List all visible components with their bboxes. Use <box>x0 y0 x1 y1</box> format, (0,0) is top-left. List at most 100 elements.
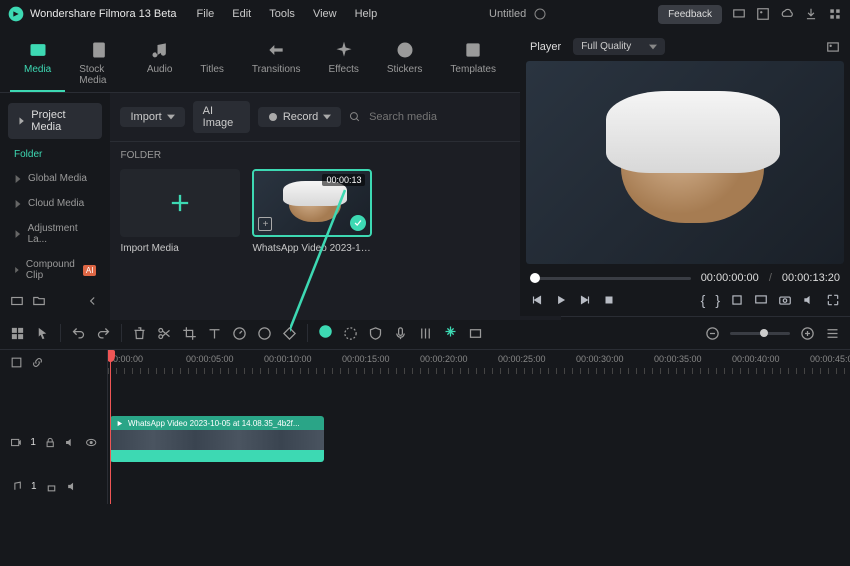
timeline-ruler[interactable]: 00:00:0000:00:05:0000:00:10:0000:00:15:0… <box>108 350 850 376</box>
playhead[interactable] <box>110 350 111 504</box>
import-media-card[interactable]: Import Media <box>120 169 240 260</box>
ruler-tick: 00:00:20:00 <box>420 354 468 364</box>
render-icon[interactable] <box>468 326 483 341</box>
next-frame-icon[interactable] <box>578 293 592 307</box>
timeline-toolbar <box>0 316 850 350</box>
apps-icon[interactable] <box>828 7 842 21</box>
tab-titles[interactable]: Titles <box>186 34 238 92</box>
ai-icon[interactable] <box>318 324 333 339</box>
ruler-tick: 00:00:40:00 <box>732 354 780 364</box>
tab-effects[interactable]: Effects <box>314 34 372 92</box>
tab-audio[interactable]: Audio <box>133 34 187 92</box>
audio-track[interactable] <box>108 476 850 504</box>
visibility-icon[interactable] <box>85 436 97 449</box>
layout-icon[interactable] <box>10 326 25 341</box>
download-icon[interactable] <box>804 7 818 21</box>
import-button[interactable]: Import <box>120 107 184 127</box>
delete-icon[interactable] <box>132 326 147 341</box>
mute-icon[interactable] <box>66 480 79 493</box>
add-to-timeline-icon[interactable]: + <box>258 217 272 231</box>
picture-icon[interactable] <box>826 40 840 54</box>
text-icon[interactable] <box>207 326 222 341</box>
sidebar-item-adjustment[interactable]: Adjustment La... <box>0 216 110 252</box>
tab-stickers[interactable]: Stickers <box>373 34 437 92</box>
new-folder-icon[interactable] <box>32 294 46 308</box>
color-icon[interactable] <box>257 326 272 341</box>
audio-track-header[interactable]: 1 <box>0 468 107 504</box>
fullscreen-icon[interactable] <box>826 293 840 307</box>
crop-tool-icon[interactable] <box>182 326 197 341</box>
record-button[interactable]: Record <box>258 107 341 127</box>
mark-in-icon[interactable]: { <box>701 292 706 308</box>
mic-icon[interactable] <box>393 326 408 341</box>
feedback-button[interactable]: Feedback <box>658 5 722 24</box>
speed-icon[interactable] <box>232 326 247 341</box>
sidebar-folder[interactable]: Folder <box>0 143 110 166</box>
link-icon[interactable] <box>31 356 44 369</box>
zoom-slider[interactable] <box>730 332 790 335</box>
cloud-icon[interactable] <box>780 7 794 21</box>
tab-media[interactable]: Media <box>10 34 65 92</box>
play-icon[interactable] <box>554 293 568 307</box>
detach-icon[interactable] <box>754 293 768 307</box>
lock-icon[interactable] <box>44 436 56 449</box>
menu-file[interactable]: File <box>197 8 215 20</box>
sidebar-item-compound[interactable]: Compound ClipAI <box>0 252 110 288</box>
sidebar-item-global[interactable]: Global Media <box>0 166 110 191</box>
display-icon[interactable] <box>732 7 746 21</box>
ai-image-button[interactable]: AI Image <box>193 101 250 133</box>
tab-stock[interactable]: Stock Media <box>65 34 133 92</box>
video-track[interactable]: WhatsApp Video 2023-10-05 at 14.08.35_4b… <box>108 416 850 468</box>
marker-icon[interactable] <box>343 326 358 341</box>
tab-templates[interactable]: Templates <box>436 34 510 92</box>
mixer-icon[interactable] <box>418 326 433 341</box>
search-input[interactable] <box>369 111 511 123</box>
split-icon[interactable] <box>157 326 172 341</box>
sync-icon[interactable] <box>534 8 546 20</box>
redo-icon[interactable] <box>96 326 111 341</box>
tab-transitions[interactable]: Transitions <box>238 34 315 92</box>
scrub-slider[interactable] <box>530 277 691 280</box>
add-folder-icon[interactable] <box>10 294 24 308</box>
timeline-options-icon[interactable] <box>10 356 23 369</box>
lock-icon[interactable] <box>45 480 58 493</box>
ruler-tick: 00:00:30:00 <box>576 354 624 364</box>
crop-icon[interactable] <box>730 293 744 307</box>
project-name[interactable]: Untitled <box>489 8 526 20</box>
zoom-in-icon[interactable] <box>800 326 815 341</box>
media-panel: Media Stock Media Audio Titles Transitio… <box>0 28 520 316</box>
quality-dropdown[interactable]: Full Quality <box>573 38 665 55</box>
menu-tools[interactable]: Tools <box>269 8 295 20</box>
mute-icon[interactable] <box>64 436 76 449</box>
photo-icon[interactable] <box>756 7 770 21</box>
media-clip-card[interactable]: 00:00:13 + WhatsApp Video 2023-10-05... <box>252 169 372 260</box>
search-icon <box>349 110 361 124</box>
tracks-area[interactable]: 00:00:0000:00:05:0000:00:10:0000:00:15:0… <box>108 350 850 504</box>
sidebar-item-cloud[interactable]: Cloud Media <box>0 191 110 216</box>
menu-view[interactable]: View <box>313 8 337 20</box>
ruler-tick: 00:00:15:00 <box>342 354 390 364</box>
sidebar-project-media[interactable]: Project Media <box>8 103 102 139</box>
menu-edit[interactable]: Edit <box>232 8 251 20</box>
prev-frame-icon[interactable] <box>530 293 544 307</box>
keyframe-icon[interactable] <box>282 326 297 341</box>
view-list-icon[interactable] <box>825 326 840 341</box>
volume-icon[interactable] <box>802 293 816 307</box>
undo-icon[interactable] <box>71 326 86 341</box>
player-panel: Player Full Quality 00:00:00:00 / 00:00:… <box>520 28 850 316</box>
preview-viewport[interactable] <box>526 61 844 264</box>
stop-icon[interactable] <box>602 293 616 307</box>
ai-tools-icon[interactable] <box>443 324 458 339</box>
zoom-out-icon[interactable] <box>705 326 720 341</box>
collapse-icon[interactable] <box>86 294 100 308</box>
shield-icon[interactable] <box>368 326 383 341</box>
video-track-header[interactable]: 1 <box>0 416 107 468</box>
audio-track-icon <box>10 480 23 493</box>
snapshot-icon[interactable] <box>778 293 792 307</box>
app-logo-icon <box>8 6 24 22</box>
timeline: 1 1 00:00:0000:00:05:0000:00:10:0000:00:… <box>0 350 850 504</box>
cursor-icon[interactable] <box>35 326 50 341</box>
timeline-clip[interactable]: WhatsApp Video 2023-10-05 at 14.08.35_4b… <box>110 416 324 462</box>
mark-out-icon[interactable]: } <box>715 292 720 308</box>
menu-help[interactable]: Help <box>355 8 378 20</box>
